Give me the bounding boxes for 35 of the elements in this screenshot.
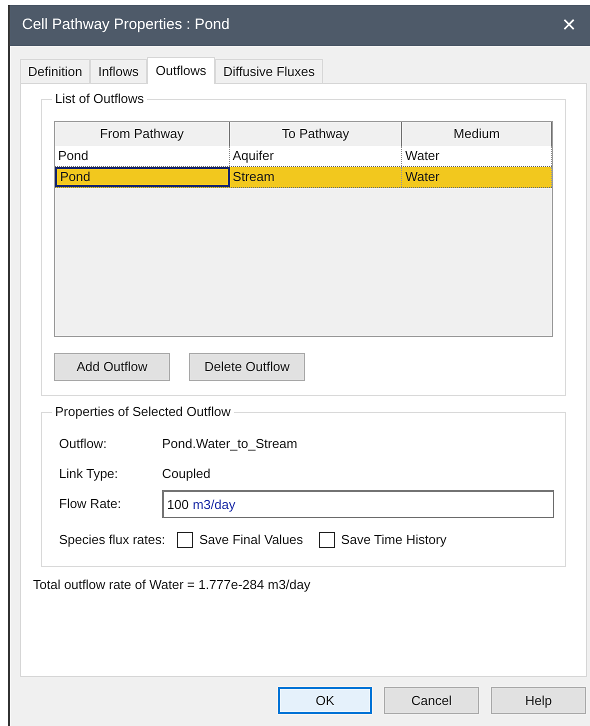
field-label: Flow Rate: — [59, 495, 122, 514]
field-label: Link Type: — [59, 465, 120, 484]
checkbox-label[interactable]: Save Time History — [341, 530, 447, 550]
flow-rate-field[interactable]: 100 m3/day — [162, 490, 554, 518]
table-cell: Water — [402, 146, 552, 166]
checkbox[interactable] — [177, 532, 194, 548]
tab[interactable]: Diffusive Fluxes — [215, 59, 323, 83]
column-header[interactable]: Medium — [402, 122, 552, 146]
checkbox[interactable] — [319, 532, 336, 548]
table-cell: Aquifer — [230, 146, 402, 166]
outflow-name: Pond.Water_to_Stream — [162, 435, 298, 454]
table-cell: Stream — [230, 167, 402, 187]
group-title: Properties of Selected Outflow — [52, 404, 234, 420]
link-type-value: Coupled — [162, 465, 210, 484]
table-cell: Water — [402, 167, 552, 187]
dialog-button[interactable]: Help — [491, 687, 586, 714]
column-header[interactable]: From Pathway — [55, 122, 230, 146]
tab[interactable]: Outflows — [146, 57, 216, 84]
window-title: Cell Pathway Properties : Pond — [22, 15, 230, 36]
tab[interactable]: Inflows — [90, 59, 147, 83]
action-button[interactable]: Delete Outflow — [189, 353, 305, 381]
action-button[interactable]: Add Outflow — [54, 353, 170, 381]
close-button[interactable]: ✕ — [554, 10, 584, 40]
table-row[interactable]: Pond Stream Water — [55, 167, 552, 188]
checkbox-label[interactable]: Save Final Values — [199, 530, 304, 550]
dialog-button[interactable]: OK — [278, 687, 372, 714]
dialog-button[interactable]: Cancel — [384, 687, 479, 714]
total-outflow-text: Total outflow rate of Water = 1.777e-284 m3/day — [33, 576, 312, 594]
column-header[interactable]: To Pathway — [230, 122, 402, 146]
table-cell: Pond — [55, 146, 230, 166]
table-cell: Pond — [55, 167, 230, 187]
tab[interactable]: Definition — [20, 59, 90, 83]
table-row[interactable]: Pond Aquifer Water — [55, 146, 552, 167]
field-label: Outflow: — [59, 435, 108, 454]
field-label: Species flux rates: — [59, 531, 166, 550]
